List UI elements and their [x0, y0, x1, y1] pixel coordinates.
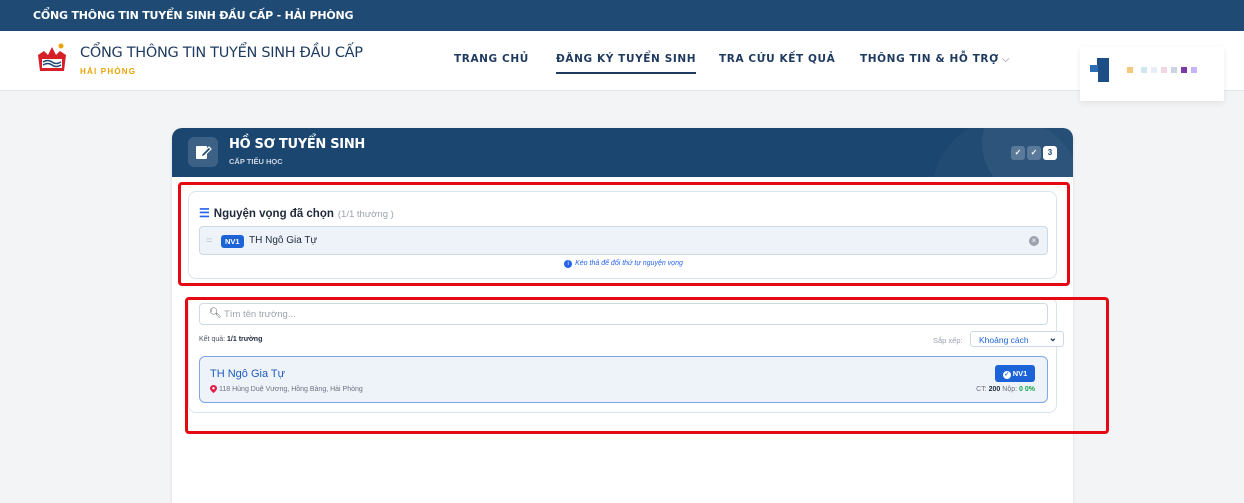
blurred-name — [1161, 67, 1167, 73]
nav-home[interactable]: TRANG CHỦ — [454, 53, 529, 65]
blurred-name — [1191, 67, 1197, 73]
logo-icon[interactable] — [34, 41, 70, 77]
nav-register[interactable]: ĐĂNG KÝ TUYỂN SINH — [556, 53, 697, 74]
chevron-down-icon: ⌵ — [1001, 54, 1011, 65]
edit-form-icon — [188, 137, 218, 167]
nav-lookup-label: TRA CỨU KẾT QUẢ — [719, 53, 836, 65]
site-header: CỔNG THÔNG TIN TUYỂN SINH ĐẦU CẤP HẢI PH… — [0, 31, 1244, 101]
blurred-name — [1151, 67, 1157, 73]
highlight-box-search — [185, 297, 1109, 434]
step-3[interactable]: 3 — [1043, 146, 1057, 160]
top-banner: CỔNG THÔNG TIN TUYỂN SINH ĐẦU CẤP - HẢI … — [0, 0, 1244, 31]
brand-subtitle: HẢI PHÒNG — [80, 67, 137, 76]
panel-subtitle: CẤP TIỂU HỌC — [229, 157, 283, 166]
nav-lookup[interactable]: TRA CỨU KẾT QUẢ — [719, 53, 835, 65]
panel-header: HỒ SƠ TUYỂN SINH CẤP TIỂU HỌC ✓ ✓ 3 — [172, 128, 1073, 177]
blurred-name — [1141, 67, 1147, 73]
user-account[interactable] — [1080, 47, 1224, 101]
avatar-pixel — [1098, 70, 1109, 82]
panel-title: HỒ SƠ TUYỂN SINH — [229, 137, 365, 152]
avatar — [1097, 58, 1109, 70]
step-indicator: ✓ ✓ 3 — [1011, 146, 1057, 160]
brand-title[interactable]: CỔNG THÔNG TIN TUYỂN SINH ĐẦU CẤP — [80, 45, 363, 61]
nav-info-label: THÔNG TIN & HỖ TRỢ — [860, 53, 999, 65]
blurred-name — [1127, 67, 1133, 73]
highlight-box-wishes — [178, 182, 1070, 286]
step-2-check-icon[interactable]: ✓ — [1027, 146, 1041, 160]
step-1-check-icon[interactable]: ✓ — [1011, 146, 1025, 160]
nav-info[interactable]: THÔNG TIN & HỖ TRỢ ⌵ — [860, 53, 1010, 65]
avatar-pixel — [1090, 65, 1098, 72]
blurred-name — [1181, 67, 1187, 73]
blurred-name — [1171, 67, 1177, 73]
